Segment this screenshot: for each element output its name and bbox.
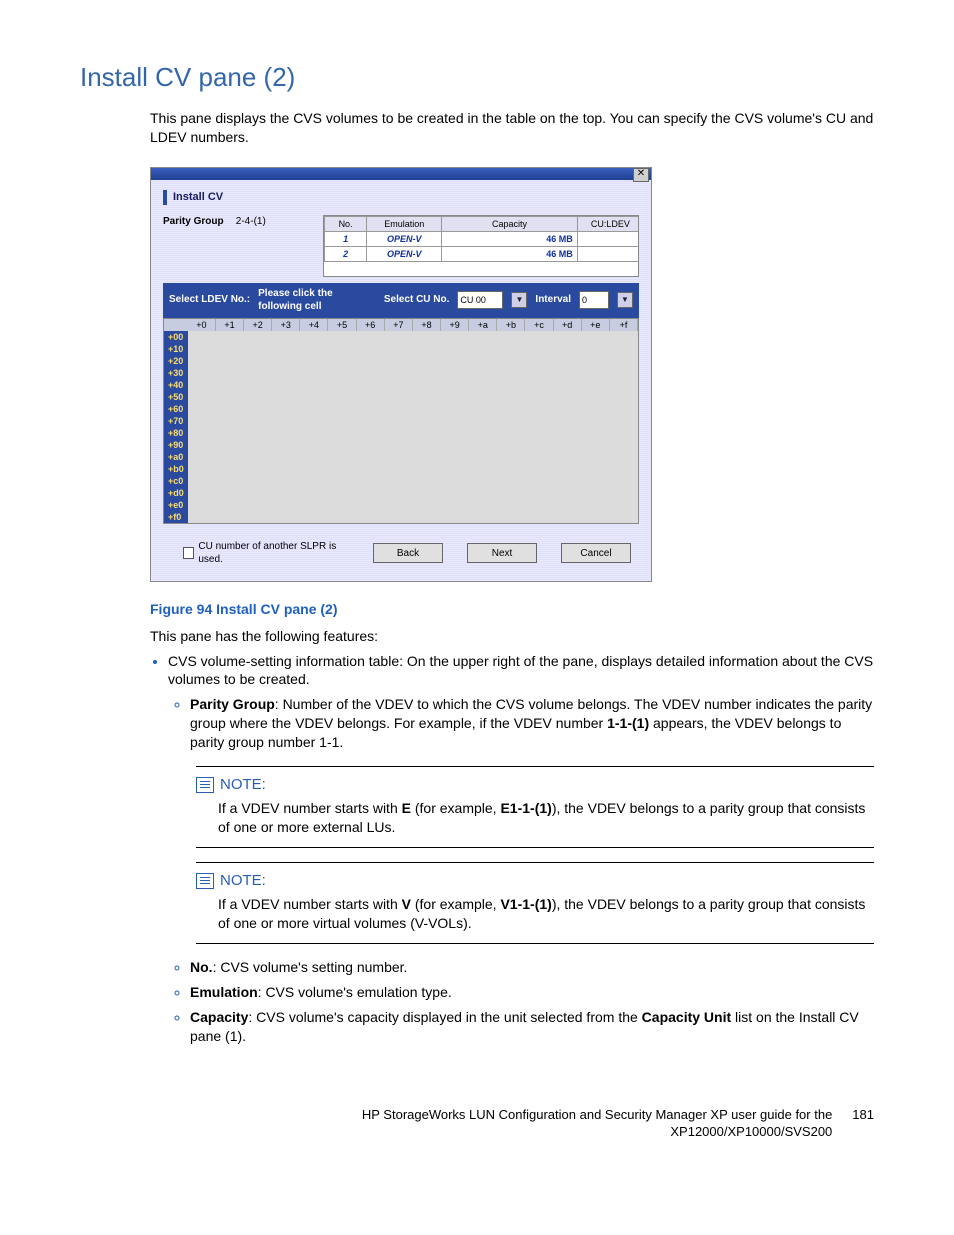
table-row[interactable]: 1 OPEN-V 46 MB bbox=[325, 231, 640, 246]
grid-row: +10 bbox=[164, 343, 188, 355]
footer-text: HP StorageWorks LUN Configuration and Se… bbox=[312, 1106, 832, 1141]
grid-col: +8 bbox=[413, 319, 441, 331]
parity-group-label: Parity Group 2-4-(1) bbox=[163, 215, 313, 277]
grid-col: +2 bbox=[244, 319, 272, 331]
click-cell-hint: Please click the following cell bbox=[258, 287, 376, 314]
grid-col: +4 bbox=[300, 319, 328, 331]
grid-row-headers: +00+10+20+30+40+50+60+70+80+90+a0+b0+c0+… bbox=[164, 319, 188, 523]
grid-row: +d0 bbox=[164, 487, 188, 499]
note-icon bbox=[196, 873, 214, 889]
parity-group-value: 2-4-(1) bbox=[236, 216, 266, 227]
note-label: NOTE: bbox=[220, 775, 266, 795]
dialog-heading: Install CV bbox=[163, 190, 639, 205]
intro-text: This pane displays the CVS volumes to be… bbox=[150, 109, 874, 147]
grid-col: +e bbox=[582, 319, 610, 331]
grid-col: +0 bbox=[188, 319, 216, 331]
grid-row: +00 bbox=[164, 331, 188, 343]
grid-col: +1 bbox=[216, 319, 244, 331]
dialog-titlebar: ✕ bbox=[151, 168, 651, 180]
grid-row: +70 bbox=[164, 415, 188, 427]
grid-row: +c0 bbox=[164, 475, 188, 487]
select-ldev-label: Select LDEV No.: bbox=[169, 293, 250, 307]
pg-example: 1-1-(1) bbox=[607, 715, 649, 731]
parity-group-caption: Parity Group bbox=[163, 215, 233, 229]
page-footer: HP StorageWorks LUN Configuration and Se… bbox=[80, 1106, 874, 1141]
grid-row: +e0 bbox=[164, 499, 188, 511]
grid-col: +9 bbox=[441, 319, 469, 331]
cell-emu: OPEN-V bbox=[367, 247, 442, 262]
grid-col: +c bbox=[525, 319, 553, 331]
list-item: CVS volume-setting information table: On… bbox=[168, 652, 874, 1046]
cell-emu: OPEN-V bbox=[367, 231, 442, 246]
select-cu-label: Select CU No. bbox=[384, 293, 450, 307]
grid-col: +d bbox=[554, 319, 582, 331]
grid-row: +40 bbox=[164, 379, 188, 391]
list-item: No.: CVS volume's setting number. bbox=[190, 958, 874, 977]
features-lead: This pane has the following features: bbox=[150, 627, 874, 646]
grid-col: +3 bbox=[272, 319, 300, 331]
note-icon bbox=[196, 777, 214, 793]
note-body: If a VDEV number starts with E (for exam… bbox=[218, 799, 874, 837]
grid-col: +5 bbox=[328, 319, 356, 331]
interval-input[interactable] bbox=[579, 291, 609, 309]
cell-cap: 46 MB bbox=[442, 231, 577, 246]
selector-bar: Select LDEV No.: Please click the follow… bbox=[163, 283, 639, 318]
back-button[interactable]: Back bbox=[373, 543, 443, 563]
grid-row: +90 bbox=[164, 439, 188, 451]
col-capacity: Capacity bbox=[442, 216, 577, 231]
note-block: NOTE: If a VDEV number starts with V (fo… bbox=[196, 862, 874, 944]
chevron-down-icon[interactable]: ▼ bbox=[617, 292, 633, 308]
cell-no: 1 bbox=[325, 231, 367, 246]
chevron-down-icon[interactable]: ▼ bbox=[511, 292, 527, 308]
ldev-grid[interactable]: +00+10+20+30+40+50+60+70+80+90+a0+b0+c0+… bbox=[163, 318, 639, 524]
cancel-button[interactable]: Cancel bbox=[561, 543, 631, 563]
grid-row: +60 bbox=[164, 403, 188, 415]
note-label: NOTE: bbox=[220, 871, 266, 891]
col-no: No. bbox=[325, 216, 367, 231]
grid-row: +80 bbox=[164, 427, 188, 439]
grid-row: +a0 bbox=[164, 451, 188, 463]
grid-cells[interactable] bbox=[188, 331, 638, 523]
col-culdev: CU:LDEV bbox=[577, 216, 639, 231]
grid-col: +7 bbox=[385, 319, 413, 331]
volume-table: No. Emulation Capacity CU:LDEV 1 OPEN-V … bbox=[323, 215, 639, 277]
slpr-checkbox[interactable]: CU number of another SLPR is used. bbox=[183, 540, 353, 567]
table-row[interactable]: 2 OPEN-V 46 MB bbox=[325, 247, 640, 262]
grid-row: +f0 bbox=[164, 511, 188, 523]
grid-row: +b0 bbox=[164, 463, 188, 475]
cell-culdev bbox=[577, 231, 639, 246]
page-number: 181 bbox=[852, 1106, 874, 1141]
grid-col: +f bbox=[610, 319, 638, 331]
note-body: If a VDEV number starts with V (for exam… bbox=[218, 895, 874, 933]
note-block: NOTE: If a VDEV number starts with E (fo… bbox=[196, 766, 874, 848]
next-button[interactable]: Next bbox=[467, 543, 537, 563]
cvs-info-text: CVS volume-setting information table: On… bbox=[168, 653, 873, 688]
interval-label: Interval bbox=[535, 293, 571, 307]
page-title: Install CV pane (2) bbox=[80, 60, 874, 95]
list-item: Parity Group: Number of the VDEV to whic… bbox=[190, 695, 874, 752]
pg-bold: Parity Group bbox=[190, 696, 275, 712]
cell-culdev bbox=[577, 247, 639, 262]
close-icon[interactable]: ✕ bbox=[633, 168, 649, 182]
cell-no: 2 bbox=[325, 247, 367, 262]
cell-cap: 46 MB bbox=[442, 247, 577, 262]
figure-caption: Figure 94 Install CV pane (2) bbox=[150, 600, 874, 619]
checkbox-icon[interactable] bbox=[183, 547, 194, 559]
grid-col: +b bbox=[497, 319, 525, 331]
grid-row: +50 bbox=[164, 391, 188, 403]
list-item: Capacity: CVS volume's capacity displaye… bbox=[190, 1008, 874, 1046]
list-item: Emulation: CVS volume's emulation type. bbox=[190, 983, 874, 1002]
grid-col: +a bbox=[469, 319, 497, 331]
col-emulation: Emulation bbox=[367, 216, 442, 231]
grid-col-headers: +0+1+2+3+4+5+6+7+8+9+a+b+c+d+e+f bbox=[188, 319, 638, 331]
cu-select[interactable] bbox=[457, 291, 503, 309]
grid-row: +30 bbox=[164, 367, 188, 379]
grid-col: +6 bbox=[357, 319, 385, 331]
slpr-checkbox-label: CU number of another SLPR is used. bbox=[198, 540, 353, 567]
install-cv-dialog: ✕ Install CV Parity Group 2-4-(1) No. Em… bbox=[150, 167, 652, 582]
grid-row: +20 bbox=[164, 355, 188, 367]
